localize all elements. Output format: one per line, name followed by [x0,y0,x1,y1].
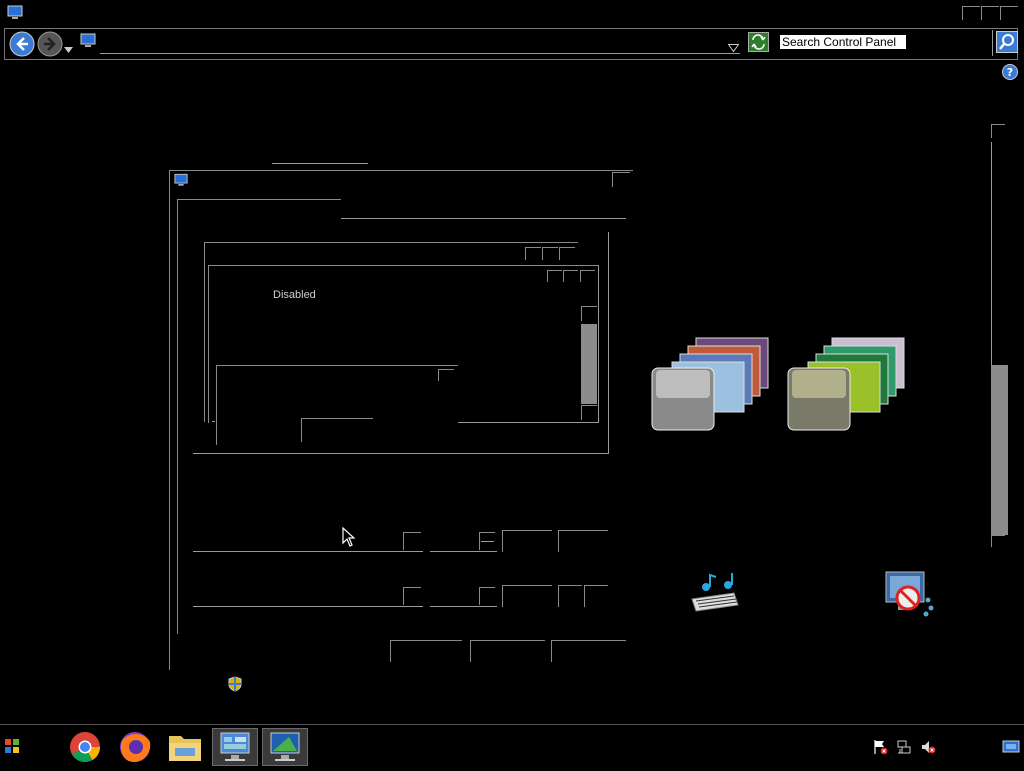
sub-scroll-up-button[interactable] [581,306,597,321]
sub-maximize-button[interactable] [563,270,578,282]
folder-icon [169,736,201,761]
row1-stepper-mid [481,541,494,542]
search-input[interactable]: Search Control Panel [780,35,906,49]
taskbar-top-edge [0,724,1024,725]
status-text: Disabled [273,289,316,301]
row2-stepper-underline [430,606,497,607]
dialog-group-top [341,218,626,219]
windows-logo-icon[interactable] [4,738,20,759]
inner-close-button[interactable] [559,247,575,260]
show-desktop-icon[interactable] [1002,739,1020,760]
screensaver-icon[interactable] [884,570,936,625]
scrollbar-thumb[interactable] [991,365,1008,535]
forward-button[interactable] [36,30,64,63]
history-chevron-down-icon[interactable] [64,40,73,58]
uac-shield-icon [228,676,242,697]
inner-window-right [608,232,609,454]
music-notes-icon[interactable] [688,571,740,622]
preview-inner-field [301,418,373,442]
address-chevron-down-icon[interactable] [727,39,740,57]
apply-button[interactable] [551,640,626,662]
firefox-icon [120,732,151,762]
taskbar-chrome-button[interactable] [62,728,108,766]
dialog-close-button[interactable] [612,172,630,187]
inner-minimize-button[interactable] [525,247,541,260]
preview-panel-button[interactable] [438,369,454,381]
help-icon[interactable]: ? [1002,64,1018,85]
ok-button[interactable] [390,640,462,662]
refresh-icon[interactable] [748,32,769,57]
preview-panel-bottom [458,422,598,423]
monitor-icon [270,732,300,761]
row1-button-a[interactable] [502,530,552,552]
address-field-underline [100,53,740,54]
taskbar-display-button[interactable] [262,728,308,766]
taskbar-firefox-button[interactable] [112,728,158,766]
dialog-monitor-icon [174,173,188,192]
control-panel-icon [220,732,250,761]
scrollbar-up-button[interactable] [991,124,1005,138]
taskbar-control-panel-button[interactable] [212,728,258,766]
search-divider [992,30,993,56]
dialog-tab-edge [272,163,368,164]
inner-sub-window-right [598,265,599,423]
row2-button-a[interactable] [502,585,552,607]
sub-scroll-down-button[interactable] [581,405,597,420]
inner-maximize-button[interactable] [542,247,558,260]
mouse-cursor-icon [342,526,356,552]
row2-dropdown-underline [193,606,423,607]
inner-window-bottom [193,453,609,454]
taskbar-explorer-button[interactable] [162,728,208,766]
theme-thumbnail-1[interactable] [650,336,770,432]
row2-stepper-button[interactable] [479,587,495,605]
volume-muted-icon[interactable] [920,739,936,760]
back-button[interactable] [8,30,36,63]
preview-tick [212,421,215,422]
row2-button-b[interactable] [558,585,582,607]
maximize-button[interactable] [981,6,999,20]
theme-thumbnail-2[interactable] [786,336,906,432]
cancel-button[interactable] [470,640,545,662]
sub-minimize-button[interactable] [547,270,562,282]
row2-dropdown-button[interactable] [403,587,421,605]
row1-button-b[interactable] [558,530,608,552]
close-button[interactable] [1000,6,1018,20]
row1-dropdown-button[interactable] [403,532,421,550]
chrome-icon [70,732,100,763]
sub-close-button[interactable] [580,270,595,282]
location-monitor-icon [80,33,96,53]
network-icon[interactable] [896,739,912,760]
row2-button-c[interactable] [584,585,608,607]
row1-stepper-underline [430,551,497,552]
sub-scroll-thumb[interactable] [581,324,597,404]
row1-dropdown-underline [193,551,423,552]
minimize-button[interactable] [962,6,980,20]
svg-text:?: ? [1007,66,1013,79]
scrollbar-down-button[interactable] [991,535,1005,547]
action-center-icon[interactable] [872,739,888,760]
search-icon[interactable] [996,31,1018,58]
window-monitor-icon [7,5,23,20]
